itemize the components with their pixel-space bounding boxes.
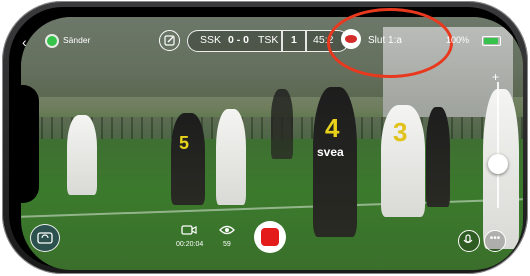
- chevron-left-icon[interactable]: ‹: [22, 34, 27, 50]
- phone-notch: [21, 85, 39, 203]
- flip-camera-icon: [37, 232, 53, 244]
- scoreboard-divider: [281, 31, 283, 51]
- away-team: TSK: [258, 34, 279, 46]
- eye-icon: [219, 225, 235, 235]
- jersey-sponsor: svea: [317, 145, 344, 159]
- battery-percent: 100%: [446, 35, 470, 45]
- player-black-left: 5: [171, 113, 205, 205]
- player-black-far: [271, 89, 293, 159]
- more-options-button[interactable]: •••: [484, 230, 506, 252]
- highlight-annotation-circle: [327, 8, 453, 78]
- player-black-right: [426, 107, 450, 207]
- scoreboard[interactable]: SSK 0 - 0 TSK 1 45:2: [187, 30, 349, 52]
- flip-camera-button[interactable]: [30, 224, 60, 252]
- scoreboard-divider: [305, 31, 307, 51]
- record-stop-button[interactable]: [254, 221, 286, 253]
- zoom-slider-track[interactable]: [497, 82, 499, 208]
- jersey-number-3: 3: [393, 117, 408, 147]
- live-indicator-icon: [47, 36, 57, 46]
- viewer-count: 59: [223, 241, 231, 248]
- zoom-slider-thumb[interactable]: [488, 154, 508, 174]
- home-team: SSK: [200, 34, 222, 46]
- stop-icon: [261, 228, 279, 246]
- battery-icon: [482, 36, 501, 46]
- more-dots-icon: •••: [489, 233, 501, 244]
- pencil-icon: [164, 35, 175, 46]
- jersey-number-5: 5: [179, 133, 190, 153]
- live-status-label: Sänder: [63, 35, 91, 45]
- player-white-center: 3: [381, 105, 425, 217]
- player-white-left: [67, 115, 97, 195]
- microphone-button[interactable]: [458, 230, 480, 252]
- video-camera-icon: [181, 225, 197, 235]
- score: 0 - 0: [228, 34, 250, 46]
- recording-duration: 00:20:04: [176, 241, 204, 248]
- player-white-mid: [216, 109, 246, 205]
- battery-fill: [484, 38, 498, 44]
- edit-scoreboard-button[interactable]: [159, 30, 180, 51]
- microphone-icon: [463, 234, 473, 244]
- period: 1: [291, 34, 297, 46]
- player-black-front: 4 svea: [313, 87, 357, 237]
- jersey-number-4: 4: [325, 113, 340, 143]
